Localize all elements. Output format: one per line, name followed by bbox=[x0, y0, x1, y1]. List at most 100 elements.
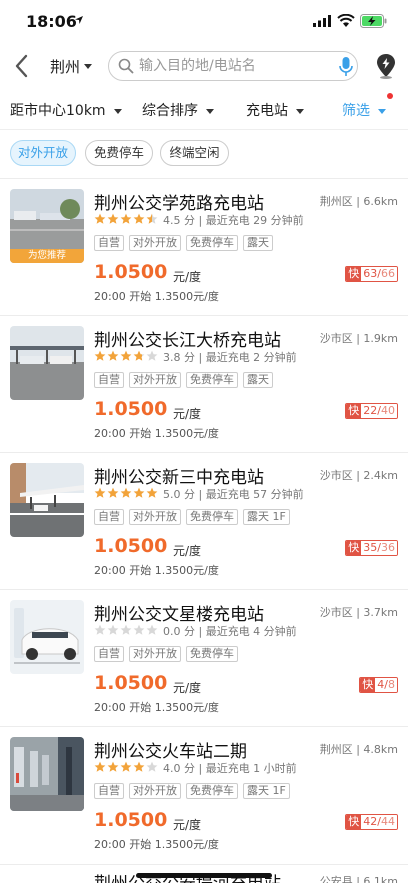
fast-label: 快 bbox=[346, 267, 362, 281]
status-bar: 18:06 bbox=[0, 0, 408, 44]
star-icon bbox=[133, 624, 145, 635]
station-distance: 沙市区 | 3.7km bbox=[319, 606, 398, 619]
search-bar[interactable] bbox=[108, 51, 358, 81]
fast-charger-availability: 快 42/44 bbox=[345, 814, 398, 830]
price-unit: 元/度 bbox=[173, 407, 202, 421]
night-price: 20:00 开始 1.3500元/度 bbox=[94, 427, 219, 440]
fast-total: 44 bbox=[381, 815, 395, 828]
fast-count: 42/44 bbox=[361, 815, 397, 829]
price-unit: 元/度 bbox=[173, 681, 202, 695]
night-price: 20:00 开始 1.3500元/度 bbox=[94, 838, 219, 851]
star-icon bbox=[94, 213, 106, 224]
station-card[interactable]: 荆州公交文星楼充电站 沙市区 | 3.7km 0.0 分 | 最近充电 4 分钟… bbox=[0, 589, 408, 726]
station-tags: 自营 对外开放 免费停车 露天 1F bbox=[94, 783, 290, 799]
night-price: 20:00 开始 1.3500元/度 bbox=[94, 701, 219, 714]
station-distance: 沙市区 | 1.9km bbox=[319, 332, 398, 345]
station-tag: 自营 bbox=[94, 646, 124, 662]
star-icon bbox=[133, 761, 145, 772]
fast-charger-availability: 快 22/40 bbox=[345, 403, 398, 419]
chip-free-parking[interactable]: 免费停车 bbox=[85, 140, 153, 166]
search-input[interactable] bbox=[139, 56, 329, 76]
star-rating bbox=[94, 212, 159, 226]
station-tag: 免费停车 bbox=[186, 509, 238, 525]
location-arrow-icon bbox=[75, 16, 83, 24]
star-icon bbox=[94, 350, 106, 361]
chip-idle-terminal[interactable]: 终端空闲 bbox=[160, 140, 229, 166]
fast-total: 8 bbox=[388, 678, 395, 691]
station-tag: 对外开放 bbox=[129, 509, 181, 525]
price-unit: 元/度 bbox=[173, 544, 202, 558]
station-tag: 对外开放 bbox=[129, 783, 181, 799]
station-tag: 免费停车 bbox=[186, 372, 238, 388]
filter-type[interactable]: 充电站 bbox=[246, 100, 304, 120]
top-header: 荆州 bbox=[0, 44, 408, 88]
filter-sort-label: 综合排序 bbox=[142, 103, 198, 119]
station-card[interactable]: 荆州公交新三中充电站 沙市区 | 2.4km 5.0 分 | 最近充电 57 分… bbox=[0, 452, 408, 589]
fast-total: 40 bbox=[381, 404, 395, 417]
station-distance: 沙市区 | 2.4km bbox=[319, 469, 398, 482]
star-icon bbox=[133, 487, 145, 498]
wifi-icon bbox=[337, 14, 355, 27]
fast-label: 快 bbox=[346, 404, 362, 418]
star-icon bbox=[107, 350, 119, 361]
station-photo: 为您推荐 bbox=[10, 189, 84, 263]
station-card[interactable]: 为您推荐 荆州公交学苑路充电站 荆州区 | 6.6km 4.5 分 | 最近充电… bbox=[0, 178, 408, 315]
star-icon bbox=[107, 487, 119, 498]
city-selector[interactable]: 荆州 bbox=[50, 56, 80, 77]
back-arrow-icon[interactable] bbox=[10, 52, 34, 80]
night-price: 20:00 开始 1.3500元/度 bbox=[94, 564, 219, 577]
station-tag: 免费停车 bbox=[186, 646, 238, 662]
signal-icon bbox=[313, 15, 331, 27]
star-icon bbox=[133, 213, 145, 224]
station-photo bbox=[10, 737, 84, 811]
station-card[interactable]: 荆州公交长江大桥充电站 沙市区 | 1.9km 3.8 分 | 最近充电 2 分… bbox=[0, 315, 408, 452]
station-tag: 露天 1F bbox=[243, 783, 290, 799]
fast-charger-availability: 快 35/36 bbox=[345, 540, 398, 556]
price-unit: 元/度 bbox=[173, 818, 202, 832]
star-icon bbox=[146, 350, 158, 361]
station-tags: 自营 对外开放 免费停车 露天 1F bbox=[94, 509, 290, 525]
star-icon bbox=[146, 213, 158, 224]
star-icon bbox=[120, 350, 132, 361]
fast-free: 22 bbox=[363, 404, 378, 417]
station-tags: 自营 对外开放 免费停车 bbox=[94, 646, 238, 662]
star-icon bbox=[120, 761, 132, 772]
star-icon bbox=[120, 213, 132, 224]
station-price: 1.0500 bbox=[94, 672, 168, 694]
fast-label: 快 bbox=[360, 678, 376, 692]
microphone-icon[interactable] bbox=[339, 56, 353, 78]
station-tag: 露天 bbox=[243, 235, 273, 251]
fast-free: 35 bbox=[363, 541, 378, 554]
caret-down-icon[interactable] bbox=[84, 64, 92, 69]
filter-distance-label: 距市中心10km bbox=[10, 103, 106, 119]
battery-charging-icon bbox=[360, 14, 387, 28]
chip-open[interactable]: 对外开放 bbox=[10, 140, 76, 166]
station-tag: 对外开放 bbox=[129, 372, 181, 388]
station-photo bbox=[10, 600, 84, 674]
station-photo bbox=[10, 463, 84, 537]
quick-filter-chips: 对外开放 免费停车 终端空闲 bbox=[0, 140, 408, 170]
star-icon bbox=[94, 624, 106, 635]
filter-more[interactable]: 筛选 bbox=[342, 100, 386, 120]
filter-distance[interactable]: 距市中心10km bbox=[10, 100, 122, 120]
filter-bar: 距市中心10km 综合排序 充电站 筛选 bbox=[0, 88, 408, 130]
station-tag: 对外开放 bbox=[129, 646, 181, 662]
station-tag: 自营 bbox=[94, 783, 124, 799]
station-distance: 公安县 | 6.1km bbox=[319, 875, 398, 883]
fast-count: 22/40 bbox=[361, 404, 397, 418]
search-icon bbox=[118, 58, 134, 74]
fast-free: 63 bbox=[363, 267, 378, 280]
station-tags: 自营 对外开放 免费停车 露天 bbox=[94, 372, 273, 388]
navigation-icon[interactable] bbox=[372, 52, 400, 80]
station-tag: 自营 bbox=[94, 509, 124, 525]
station-tag: 自营 bbox=[94, 372, 124, 388]
price-unit: 元/度 bbox=[173, 270, 202, 284]
filter-type-label: 充电站 bbox=[246, 103, 288, 119]
filter-sort[interactable]: 综合排序 bbox=[142, 100, 214, 120]
caret-down-icon bbox=[296, 108, 304, 114]
caret-down-icon bbox=[378, 108, 386, 114]
fast-count: 4/8 bbox=[375, 678, 397, 692]
station-tag: 免费停车 bbox=[186, 235, 238, 251]
star-icon bbox=[146, 624, 158, 635]
station-card[interactable]: 荆州公交火车站二期 荆州区 | 4.8km 4.0 分 | 最近充电 1 小时前… bbox=[0, 726, 408, 863]
